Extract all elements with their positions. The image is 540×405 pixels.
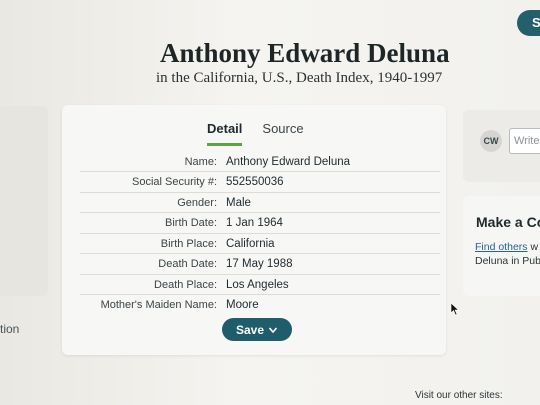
left-panel-label: tion	[0, 322, 20, 336]
field-row-mothers-maiden-name: Mother's Maiden Name: Moore	[80, 296, 440, 315]
field-label: Gender:	[177, 196, 217, 209]
field-label: Death Place:	[154, 278, 217, 291]
field-row-birth-place: Birth Place: California	[80, 234, 440, 254]
tab-source[interactable]: Source	[262, 121, 303, 146]
field-label: Name:	[184, 155, 217, 168]
field-value: Male	[226, 196, 251, 209]
field-value: Anthony Edward Deluna	[226, 155, 351, 168]
comment-panel: CW Write	[463, 110, 540, 182]
field-row-birth-date: Birth Date: 1 Jan 1964	[80, 214, 440, 234]
chevron-down-icon	[268, 326, 278, 333]
avatar: CW	[480, 130, 502, 152]
field-value: 17 May 1988	[226, 258, 293, 270]
top-right-button[interactable]: S	[517, 10, 540, 36]
connect-title: Make a Co	[476, 214, 540, 230]
field-row-death-place: Death Place: Los Angeles	[80, 275, 440, 295]
field-label: Mother's Maiden Name:	[100, 299, 217, 311]
field-label: Social Security #:	[132, 176, 217, 188]
left-panel	[0, 106, 48, 296]
find-others-link[interactable]: Find others	[475, 241, 528, 253]
page-subtitle: in the California, U.S., Death Index, 19…	[156, 70, 443, 86]
field-value: California	[226, 237, 275, 250]
field-row-name: Name: Anthony Edward Deluna	[80, 152, 440, 172]
field-value: 552550036	[226, 176, 284, 188]
footer-other-sites: Visit our other sites:	[415, 390, 503, 401]
field-row-ssn: Social Security #: 552550036	[80, 173, 440, 193]
save-button-label: Save	[235, 322, 265, 337]
connect-text: Find others w Deluna in Pub	[475, 240, 540, 268]
connect-text-line2: Deluna in Pub	[475, 255, 540, 267]
connect-panel: Make a Co Find others w Deluna in Pub	[463, 196, 540, 296]
field-label: Birth Place:	[160, 237, 217, 250]
field-row-death-date: Death Date: 17 May 1988	[80, 255, 440, 275]
field-value: Moore	[226, 299, 259, 311]
save-button[interactable]: Save	[222, 318, 292, 341]
comment-input[interactable]: Write	[509, 128, 540, 154]
connect-text-tail: w	[527, 241, 539, 253]
page-title: Anthony Edward Deluna	[160, 38, 450, 68]
field-label: Death Date:	[158, 258, 217, 270]
field-row-gender: Gender: Male	[80, 193, 440, 213]
record-tabs: Detail Source	[207, 121, 304, 146]
field-value: Los Angeles	[226, 278, 289, 291]
tab-detail[interactable]: Detail	[207, 121, 243, 146]
mouse-cursor-icon	[450, 302, 460, 316]
field-value: 1 Jan 1964	[226, 217, 283, 229]
record-fields: Name: Anthony Edward Deluna Social Secur…	[80, 152, 440, 315]
field-label: Birth Date:	[165, 217, 217, 229]
record-detail-card: Detail Source Name: Anthony Edward Delun…	[62, 105, 446, 355]
